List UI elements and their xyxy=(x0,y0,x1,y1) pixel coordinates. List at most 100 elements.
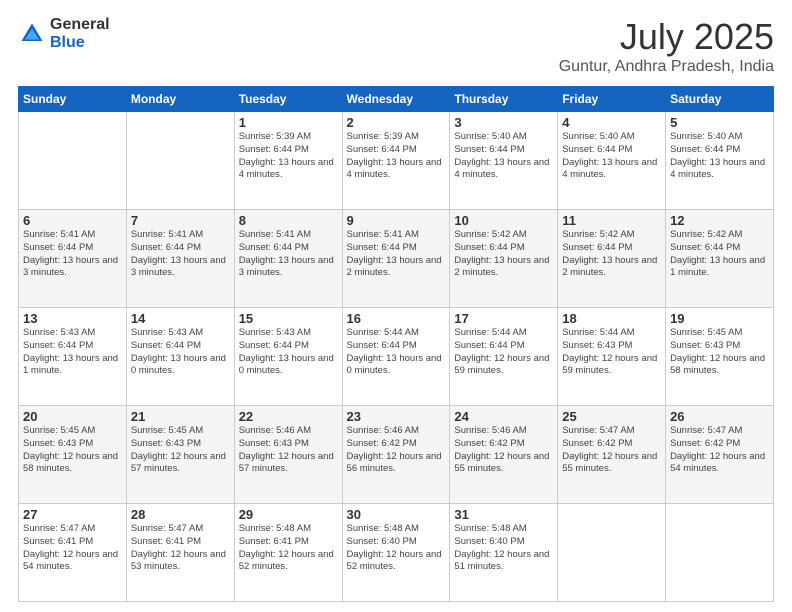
day-number: 30 xyxy=(347,507,446,522)
calendar-cell: 6Sunrise: 5:41 AM Sunset: 6:44 PM Daylig… xyxy=(19,210,127,308)
day-number: 29 xyxy=(239,507,338,522)
calendar-cell: 29Sunrise: 5:48 AM Sunset: 6:41 PM Dayli… xyxy=(234,504,342,602)
calendar-cell: 10Sunrise: 5:42 AM Sunset: 6:44 PM Dayli… xyxy=(450,210,558,308)
logo: General Blue xyxy=(18,16,110,51)
logo-icon xyxy=(18,20,46,48)
calendar-cell: 20Sunrise: 5:45 AM Sunset: 6:43 PM Dayli… xyxy=(19,406,127,504)
day-detail: Sunrise: 5:42 AM Sunset: 6:44 PM Dayligh… xyxy=(454,229,553,280)
day-number: 22 xyxy=(239,409,338,424)
calendar-cell: 13Sunrise: 5:43 AM Sunset: 6:44 PM Dayli… xyxy=(19,308,127,406)
day-number: 18 xyxy=(562,311,661,326)
day-number: 8 xyxy=(239,213,338,228)
calendar-week-4: 20Sunrise: 5:45 AM Sunset: 6:43 PM Dayli… xyxy=(19,406,774,504)
weekday-header-thursday: Thursday xyxy=(450,87,558,112)
day-detail: Sunrise: 5:44 AM Sunset: 6:44 PM Dayligh… xyxy=(347,327,446,378)
calendar-cell: 8Sunrise: 5:41 AM Sunset: 6:44 PM Daylig… xyxy=(234,210,342,308)
weekday-header-wednesday: Wednesday xyxy=(342,87,450,112)
weekday-header-sunday: Sunday xyxy=(19,87,127,112)
day-detail: Sunrise: 5:39 AM Sunset: 6:44 PM Dayligh… xyxy=(347,131,446,182)
day-detail: Sunrise: 5:42 AM Sunset: 6:44 PM Dayligh… xyxy=(562,229,661,280)
day-number: 16 xyxy=(347,311,446,326)
calendar-cell: 31Sunrise: 5:48 AM Sunset: 6:40 PM Dayli… xyxy=(450,504,558,602)
day-number: 20 xyxy=(23,409,122,424)
day-number: 31 xyxy=(454,507,553,522)
logo-blue: Blue xyxy=(50,34,110,52)
day-number: 17 xyxy=(454,311,553,326)
weekday-header-friday: Friday xyxy=(558,87,666,112)
day-number: 3 xyxy=(454,115,553,130)
day-detail: Sunrise: 5:45 AM Sunset: 6:43 PM Dayligh… xyxy=(670,327,769,378)
day-detail: Sunrise: 5:46 AM Sunset: 6:42 PM Dayligh… xyxy=(347,425,446,476)
calendar-cell: 14Sunrise: 5:43 AM Sunset: 6:44 PM Dayli… xyxy=(126,308,234,406)
day-number: 1 xyxy=(239,115,338,130)
day-detail: Sunrise: 5:47 AM Sunset: 6:41 PM Dayligh… xyxy=(23,523,122,574)
day-detail: Sunrise: 5:44 AM Sunset: 6:43 PM Dayligh… xyxy=(562,327,661,378)
weekday-header-monday: Monday xyxy=(126,87,234,112)
day-number: 27 xyxy=(23,507,122,522)
calendar-cell: 15Sunrise: 5:43 AM Sunset: 6:44 PM Dayli… xyxy=(234,308,342,406)
day-number: 9 xyxy=(347,213,446,228)
calendar-cell: 19Sunrise: 5:45 AM Sunset: 6:43 PM Dayli… xyxy=(666,308,774,406)
calendar-week-5: 27Sunrise: 5:47 AM Sunset: 6:41 PM Dayli… xyxy=(19,504,774,602)
calendar-cell: 12Sunrise: 5:42 AM Sunset: 6:44 PM Dayli… xyxy=(666,210,774,308)
calendar-table: SundayMondayTuesdayWednesdayThursdayFrid… xyxy=(18,86,774,602)
calendar-cell: 4Sunrise: 5:40 AM Sunset: 6:44 PM Daylig… xyxy=(558,112,666,210)
calendar-cell: 26Sunrise: 5:47 AM Sunset: 6:42 PM Dayli… xyxy=(666,406,774,504)
day-number: 26 xyxy=(670,409,769,424)
day-number: 6 xyxy=(23,213,122,228)
weekday-header-saturday: Saturday xyxy=(666,87,774,112)
day-number: 4 xyxy=(562,115,661,130)
day-number: 13 xyxy=(23,311,122,326)
calendar-cell: 2Sunrise: 5:39 AM Sunset: 6:44 PM Daylig… xyxy=(342,112,450,210)
calendar-cell: 24Sunrise: 5:46 AM Sunset: 6:42 PM Dayli… xyxy=(450,406,558,504)
page: General Blue July 2025 Guntur, Andhra Pr… xyxy=(0,0,792,612)
day-detail: Sunrise: 5:45 AM Sunset: 6:43 PM Dayligh… xyxy=(23,425,122,476)
calendar-subtitle: Guntur, Andhra Pradesh, India xyxy=(559,58,774,76)
day-detail: Sunrise: 5:47 AM Sunset: 6:42 PM Dayligh… xyxy=(562,425,661,476)
day-detail: Sunrise: 5:43 AM Sunset: 6:44 PM Dayligh… xyxy=(239,327,338,378)
calendar-cell: 5Sunrise: 5:40 AM Sunset: 6:44 PM Daylig… xyxy=(666,112,774,210)
calendar-cell: 28Sunrise: 5:47 AM Sunset: 6:41 PM Dayli… xyxy=(126,504,234,602)
day-detail: Sunrise: 5:44 AM Sunset: 6:44 PM Dayligh… xyxy=(454,327,553,378)
day-detail: Sunrise: 5:46 AM Sunset: 6:42 PM Dayligh… xyxy=(454,425,553,476)
day-detail: Sunrise: 5:41 AM Sunset: 6:44 PM Dayligh… xyxy=(131,229,230,280)
day-detail: Sunrise: 5:43 AM Sunset: 6:44 PM Dayligh… xyxy=(131,327,230,378)
day-detail: Sunrise: 5:41 AM Sunset: 6:44 PM Dayligh… xyxy=(23,229,122,280)
calendar-cell: 9Sunrise: 5:41 AM Sunset: 6:44 PM Daylig… xyxy=(342,210,450,308)
day-detail: Sunrise: 5:41 AM Sunset: 6:44 PM Dayligh… xyxy=(239,229,338,280)
day-number: 15 xyxy=(239,311,338,326)
calendar-cell: 18Sunrise: 5:44 AM Sunset: 6:43 PM Dayli… xyxy=(558,308,666,406)
weekday-header-row: SundayMondayTuesdayWednesdayThursdayFrid… xyxy=(19,87,774,112)
calendar-cell: 22Sunrise: 5:46 AM Sunset: 6:43 PM Dayli… xyxy=(234,406,342,504)
day-detail: Sunrise: 5:47 AM Sunset: 6:42 PM Dayligh… xyxy=(670,425,769,476)
day-number: 10 xyxy=(454,213,553,228)
logo-general: General xyxy=(50,16,110,34)
day-detail: Sunrise: 5:48 AM Sunset: 6:40 PM Dayligh… xyxy=(347,523,446,574)
calendar-cell xyxy=(558,504,666,602)
day-number: 25 xyxy=(562,409,661,424)
calendar-cell: 17Sunrise: 5:44 AM Sunset: 6:44 PM Dayli… xyxy=(450,308,558,406)
day-number: 28 xyxy=(131,507,230,522)
day-detail: Sunrise: 5:42 AM Sunset: 6:44 PM Dayligh… xyxy=(670,229,769,280)
calendar-body: 1 Sunrise: 5:39 AM Sunset: 6:44 PM Daylig… xyxy=(19,112,774,602)
calendar-cell: 21Sunrise: 5:45 AM Sunset: 6:43 PM Dayli… xyxy=(126,406,234,504)
calendar-cell: 7Sunrise: 5:41 AM Sunset: 6:44 PM Daylig… xyxy=(126,210,234,308)
calendar-cell: 3Sunrise: 5:40 AM Sunset: 6:44 PM Daylig… xyxy=(450,112,558,210)
calendar-cell: 27Sunrise: 5:47 AM Sunset: 6:41 PM Dayli… xyxy=(19,504,127,602)
calendar-cell xyxy=(666,504,774,602)
day-detail: Sunrise: 5:40 AM Sunset: 6:44 PM Dayligh… xyxy=(454,131,553,182)
day-number: 19 xyxy=(670,311,769,326)
day-detail: Sunrise: 5:46 AM Sunset: 6:43 PM Dayligh… xyxy=(239,425,338,476)
day-detail: Sunrise: 5:40 AM Sunset: 6:44 PM Dayligh… xyxy=(562,131,661,182)
calendar-cell: 1Sunrise: 5:39 AM Sunset: 6:44 PM Daylig… xyxy=(234,112,342,210)
day-detail: Sunrise: 5:45 AM Sunset: 6:43 PM Dayligh… xyxy=(131,425,230,476)
calendar-cell xyxy=(126,112,234,210)
calendar-week-2: 6Sunrise: 5:41 AM Sunset: 6:44 PM Daylig… xyxy=(19,210,774,308)
day-number: 23 xyxy=(347,409,446,424)
day-number: 21 xyxy=(131,409,230,424)
day-detail: Sunrise: 5:41 AM Sunset: 6:44 PM Dayligh… xyxy=(347,229,446,280)
day-detail: Sunrise: 5:43 AM Sunset: 6:44 PM Dayligh… xyxy=(23,327,122,378)
day-number: 11 xyxy=(562,213,661,228)
calendar-cell: 23Sunrise: 5:46 AM Sunset: 6:42 PM Dayli… xyxy=(342,406,450,504)
day-number: 5 xyxy=(670,115,769,130)
